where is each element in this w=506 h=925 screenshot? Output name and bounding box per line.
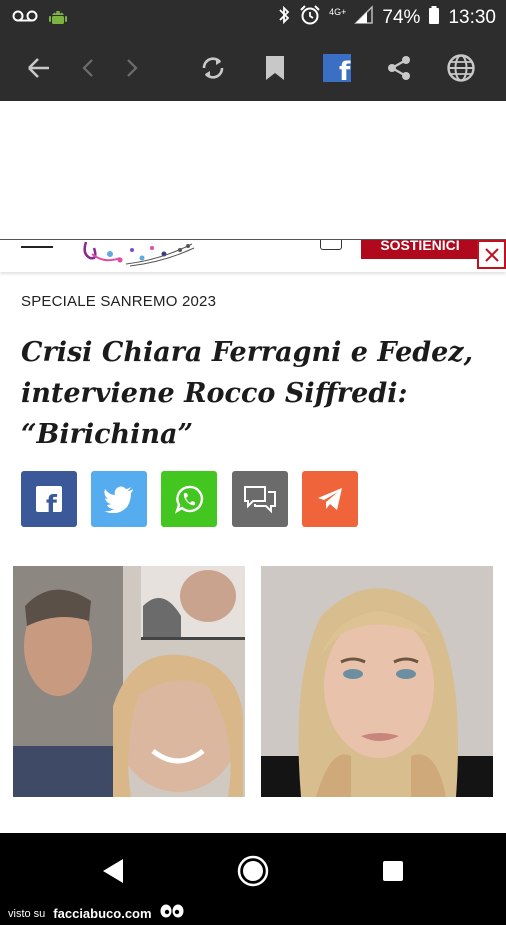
support-button[interactable]: SOSTIENICI	[361, 240, 479, 259]
share-icon[interactable]	[383, 52, 415, 84]
ad-placeholder	[0, 101, 506, 240]
close-ad-button[interactable]	[477, 240, 506, 269]
close-icon	[484, 247, 499, 262]
prev-icon[interactable]	[72, 52, 104, 84]
telegram-icon	[318, 488, 342, 510]
status-bar: 4G+ 74% 13:30	[0, 0, 506, 34]
clock: 13:30	[448, 7, 496, 28]
comments-icon	[244, 486, 276, 514]
share-whatsapp-button[interactable]	[161, 471, 217, 527]
user-icon[interactable]	[320, 240, 342, 250]
signal-icon	[354, 5, 374, 31]
watermark: visto su facciabuco.com	[8, 903, 184, 924]
article-headline: Crisi Chiara Ferragni e Fedez, intervien…	[21, 337, 474, 450]
site-header: SOSTIENICI	[0, 240, 506, 272]
globe-icon[interactable]	[445, 52, 477, 84]
menu-icon[interactable]	[21, 246, 53, 248]
watermark-visto-su: visto su	[8, 907, 46, 920]
share-twitter-button[interactable]	[91, 471, 147, 527]
article-image-left[interactable]	[13, 566, 245, 797]
voicemail-icon	[12, 9, 38, 28]
battery-percent: 74%	[382, 7, 421, 28]
facebook-glyph: f	[46, 490, 58, 514]
facebook-glyph: f	[339, 57, 351, 83]
article-image-right[interactable]	[261, 566, 493, 797]
bookmark-icon[interactable]	[259, 52, 291, 84]
share-telegram-button[interactable]	[302, 471, 358, 527]
next-icon[interactable]	[116, 52, 148, 84]
share-comments-button[interactable]	[232, 471, 288, 527]
android-icon	[48, 6, 68, 31]
article-category[interactable]: SPECIALE SANREMO 2023	[21, 293, 216, 310]
facebook-icon[interactable]: f	[321, 52, 353, 84]
recents-square-icon[interactable]	[373, 851, 413, 891]
twitter-icon	[104, 486, 133, 513]
whatsapp-icon	[174, 485, 204, 514]
share-facebook-button[interactable]: f	[21, 471, 77, 527]
bluetooth-icon	[277, 5, 291, 31]
alarm-icon	[299, 4, 321, 32]
back-triangle-icon[interactable]	[93, 851, 133, 891]
battery-icon	[428, 5, 440, 31]
watermark-site: facciabuco.com	[53, 906, 152, 921]
reload-icon[interactable]	[197, 52, 229, 84]
facebook-icon: f	[36, 486, 62, 514]
home-circle-icon[interactable]	[233, 851, 273, 891]
browser-toolbar: f	[0, 34, 506, 101]
site-logo[interactable]	[80, 240, 195, 268]
eyes-icon	[160, 903, 184, 924]
back-arrow-icon[interactable]	[23, 52, 55, 84]
network-type-label: 4G+	[329, 7, 347, 17]
